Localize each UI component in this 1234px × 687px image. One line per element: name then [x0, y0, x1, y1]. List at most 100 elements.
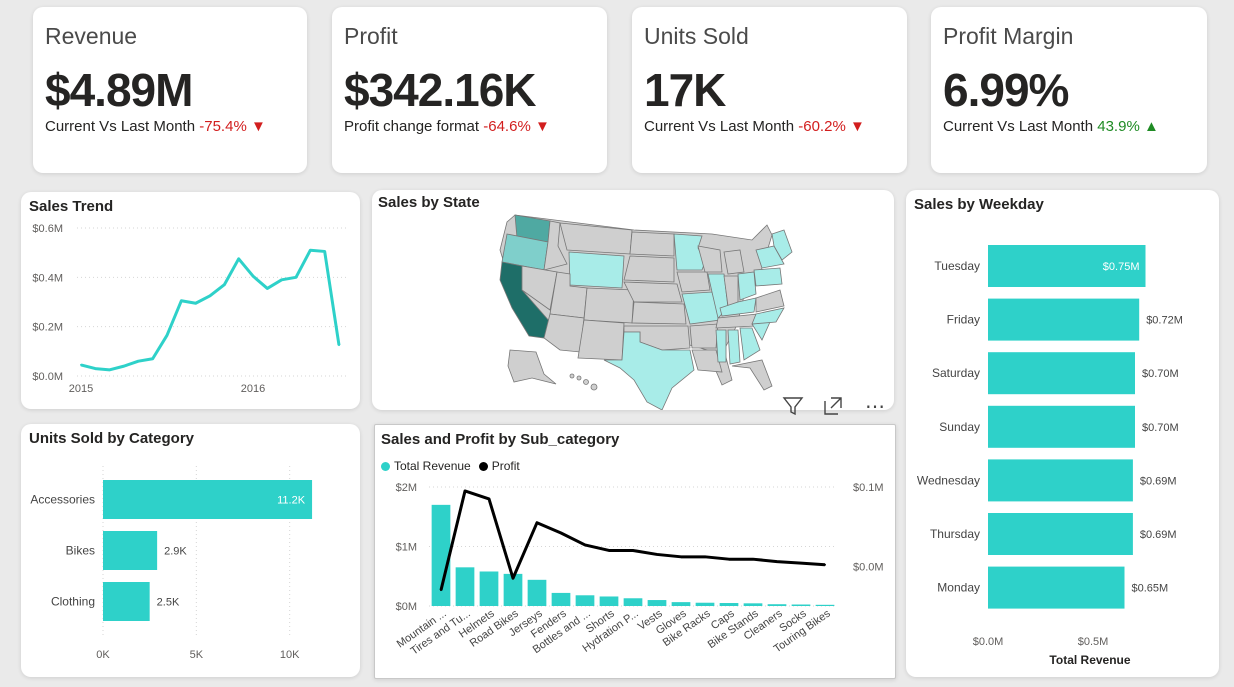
kpi-card-profit[interactable]: Profit $342.16K Profit change format -64…: [332, 7, 607, 173]
data-point: [309, 249, 312, 252]
state-pa[interactable]: [753, 267, 783, 287]
data-label: $0.65M: [1132, 583, 1169, 595]
bar: [988, 298, 1140, 341]
state-mt[interactable]: [559, 222, 633, 255]
y-tick-label: $0.2M: [32, 322, 63, 334]
data-point: [80, 363, 82, 366]
state-wy[interactable]: [568, 251, 625, 289]
profit-point: [560, 532, 562, 535]
us-map[interactable]: [372, 190, 894, 410]
state-ne[interactable]: [623, 281, 683, 303]
units-by-category-chart[interactable]: 0K 5K 10K Accessories 11.2K Bikes 2.9K Clothing…: [21, 424, 360, 677]
y-tick-label-left: $0M: [396, 601, 417, 613]
data-label: $0.69M: [1140, 475, 1177, 487]
x-axis-title: Total Revenue: [1049, 653, 1130, 667]
x-tick-label: 2015: [69, 383, 93, 395]
kpi-card-revenue[interactable]: Revenue $4.89M Current Vs Last Month -75…: [33, 7, 307, 173]
profit-line: [439, 489, 826, 591]
data-point: [209, 294, 211, 297]
data-point: [295, 276, 297, 279]
state-co[interactable]: [583, 287, 635, 324]
profit-point: [728, 558, 730, 561]
data-point: [108, 368, 111, 371]
data-label: $0.70M: [1142, 368, 1179, 380]
kpi-card-units-sold[interactable]: Units Sold 17K Current Vs Last Month -60…: [632, 7, 907, 173]
data-label: 2.5K: [157, 597, 180, 609]
data-point: [151, 357, 154, 360]
kpi-change: 43.9%: [1097, 118, 1140, 135]
profit-point: [536, 521, 538, 524]
sales-profit-combo-chart[interactable]: $0M$1M$2M$0.0M$0.1MMountain ...Tires and…: [375, 425, 895, 678]
state-mi[interactable]: [723, 249, 745, 275]
down-arrow-icon: ▼: [534, 118, 550, 135]
kpi-subtitle: Current Vs Last Month 43.9% ▲: [943, 118, 1159, 135]
state-al[interactable]: [727, 329, 741, 365]
revenue-bar: [719, 603, 739, 606]
profit-point: [440, 589, 442, 592]
focus-mode-icon[interactable]: [820, 393, 846, 419]
state-sd[interactable]: [623, 255, 675, 283]
x-tick-label: 5K: [190, 649, 204, 661]
category-label: Tuesday: [934, 259, 980, 273]
kpi-value: $342.16K: [344, 64, 536, 116]
bar: [988, 566, 1125, 609]
state-nd[interactable]: [629, 231, 675, 257]
x-tick-label: $0.0M: [973, 636, 1004, 648]
sales-profit-subcategory-panel[interactable]: Sales and Profit by Sub_category Total R…: [374, 424, 896, 679]
bar: [103, 582, 150, 621]
kpi-title: Units Sold: [644, 23, 749, 49]
state-ak[interactable]: [507, 349, 557, 385]
revenue-bar: [671, 602, 691, 606]
data-label: 2.9K: [164, 546, 187, 558]
profit-point: [656, 553, 658, 556]
y-tick-label-right: $0.0M: [853, 561, 884, 573]
data-point: [323, 250, 326, 253]
state-ms[interactable]: [715, 329, 727, 363]
sales-trend-chart[interactable]: $0.0M $0.2M $0.4M $0.6M 2015 2016: [21, 192, 360, 409]
profit-point: [800, 562, 802, 565]
kpi-value: 6.99%: [943, 64, 1069, 116]
category-label: Clothing: [51, 595, 95, 609]
revenue-bar: [455, 567, 475, 606]
sales-by-state-panel[interactable]: Sales by State: [372, 190, 894, 410]
revenue-bar: [743, 603, 763, 606]
kpi-sub-label: Current Vs Last Month: [644, 118, 795, 135]
category-label: Sunday: [939, 420, 980, 434]
state-hi[interactable]: [569, 373, 598, 391]
revenue-bar: [695, 602, 715, 606]
state-fl[interactable]: [731, 359, 773, 391]
sales-by-weekday-panel[interactable]: Sales by Weekday Tuesday $0.75M Friday $0.7…: [906, 190, 1219, 677]
sales-trend-panel[interactable]: Sales Trend $0.0M $0.2M $0.4M $0.6M 2015 2016: [21, 192, 360, 409]
kpi-subtitle: Profit change format -64.6% ▼: [344, 118, 550, 135]
category-label: Monday: [937, 581, 980, 595]
data-point: [280, 278, 283, 281]
sales-by-weekday-chart[interactable]: Tuesday $0.75M Friday $0.72M Saturday $0.70M S…: [906, 190, 1219, 677]
kpi-sub-label: Current Vs Last Month: [943, 118, 1094, 135]
bar: [988, 405, 1135, 448]
data-label: $0.72M: [1146, 315, 1183, 327]
data-point: [123, 365, 125, 368]
state-oh[interactable]: [737, 271, 757, 301]
series-line: [80, 248, 341, 372]
profit-point: [776, 560, 778, 563]
category-label: Wednesday: [917, 473, 980, 487]
state-az[interactable]: [543, 313, 585, 353]
state-nm[interactable]: [577, 319, 625, 361]
kpi-subtitle: Current Vs Last Month -60.2% ▼: [644, 118, 865, 135]
state-ga[interactable]: [739, 327, 761, 361]
y-tick-label: $0.6M: [32, 223, 63, 235]
state-ia[interactable]: [676, 271, 711, 293]
data-point: [237, 257, 240, 260]
more-options-icon[interactable]: ⋯: [862, 393, 888, 419]
kpi-card-profit-margin[interactable]: Profit Margin 6.99% Current Vs Last Mont…: [931, 7, 1207, 173]
revenue-bar: [479, 571, 499, 606]
state-ar[interactable]: [689, 323, 719, 349]
units-by-category-panel[interactable]: Units Sold by Category 0K 5K 10K Accessorie…: [21, 424, 360, 677]
state-ks[interactable]: [631, 301, 687, 325]
kpi-value: $4.89M: [45, 64, 193, 116]
kpi-sub-label: Current Vs Last Month: [45, 118, 196, 135]
x-tick-label: 10K: [280, 649, 300, 661]
data-point: [252, 275, 254, 278]
filter-icon[interactable]: [780, 393, 806, 419]
data-point: [266, 287, 269, 290]
